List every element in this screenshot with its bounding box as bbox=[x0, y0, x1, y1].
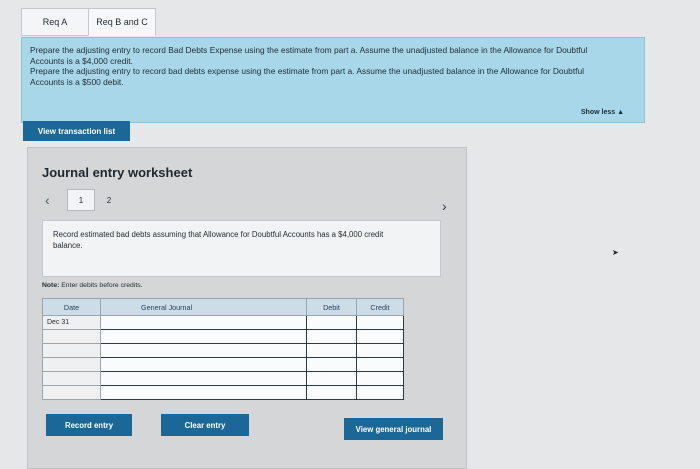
chevron-right-icon[interactable]: › bbox=[442, 198, 447, 214]
debit-cell[interactable] bbox=[306, 385, 357, 400]
debit-header: Debit bbox=[306, 298, 357, 316]
table-row bbox=[42, 371, 404, 386]
worksheet-title: Journal entry worksheet bbox=[42, 165, 193, 180]
tab-req-a[interactable]: Req A bbox=[21, 8, 89, 36]
page-2-tab[interactable]: 2 bbox=[95, 189, 123, 211]
note-body: Enter debits before credits. bbox=[61, 282, 143, 289]
clear-entry-button[interactable]: Clear entry bbox=[161, 414, 249, 436]
journal-table-header: Date General Journal Debit Credit bbox=[42, 298, 404, 316]
instructions-panel: Prepare the adjusting entry to record Ba… bbox=[21, 37, 645, 123]
transaction-description-box: Record estimated bad debts assuming that… bbox=[42, 220, 441, 277]
debit-cell[interactable] bbox=[306, 343, 357, 358]
date-cell[interactable]: Dec 31 bbox=[42, 315, 101, 330]
chevron-left-icon[interactable]: ‹ bbox=[45, 192, 50, 208]
table-row bbox=[42, 343, 404, 358]
date-cell bbox=[42, 329, 101, 344]
account-cell[interactable] bbox=[100, 357, 307, 372]
general-journal-header: General Journal bbox=[100, 298, 307, 316]
show-less-link[interactable]: Show less ▲ bbox=[581, 109, 624, 116]
page-1-tab[interactable]: 1 bbox=[67, 189, 95, 211]
credit-cell[interactable] bbox=[356, 315, 404, 330]
table-row: Dec 31 bbox=[42, 315, 404, 330]
transaction-description: Record estimated bad debts assuming that… bbox=[53, 230, 384, 250]
date-cell bbox=[42, 371, 101, 386]
date-cell bbox=[42, 343, 101, 358]
note-text: Note: Enter debits before credits. bbox=[42, 282, 143, 289]
account-cell[interactable] bbox=[100, 329, 307, 344]
account-cell[interactable] bbox=[100, 343, 307, 358]
date-cell bbox=[42, 385, 101, 400]
tab-bar: Req A Req B and C bbox=[21, 8, 156, 38]
journal-table: Date General Journal Debit Credit Dec 31 bbox=[42, 298, 404, 400]
tab-req-b-and-c[interactable]: Req B and C bbox=[88, 8, 156, 36]
credit-cell[interactable] bbox=[356, 371, 404, 386]
debit-cell[interactable] bbox=[306, 371, 357, 386]
debit-cell[interactable] bbox=[306, 329, 357, 344]
account-cell[interactable] bbox=[100, 385, 307, 400]
instructions-text: Prepare the adjusting entry to record Ba… bbox=[30, 45, 620, 87]
account-cell[interactable] bbox=[100, 371, 307, 386]
table-row bbox=[42, 357, 404, 372]
debit-cell[interactable] bbox=[306, 357, 357, 372]
date-header: Date bbox=[42, 298, 101, 316]
view-general-journal-button[interactable]: View general journal bbox=[344, 418, 443, 440]
credit-cell[interactable] bbox=[356, 357, 404, 372]
table-row bbox=[42, 329, 404, 344]
instruction-line-2: Prepare the adjusting entry to record ba… bbox=[30, 66, 585, 87]
credit-cell[interactable] bbox=[356, 329, 404, 344]
instruction-line-1: Prepare the adjusting entry to record Ba… bbox=[30, 45, 588, 66]
credit-cell[interactable] bbox=[356, 343, 404, 358]
note-label: Note: bbox=[42, 282, 60, 289]
view-transaction-list-button[interactable]: View transaction list bbox=[23, 121, 130, 141]
credit-cell[interactable] bbox=[356, 385, 404, 400]
worksheet-pager: 1 2 bbox=[67, 189, 123, 211]
debit-cell[interactable] bbox=[306, 315, 357, 330]
mouse-pointer-icon: ➤ bbox=[612, 248, 619, 257]
account-cell[interactable] bbox=[100, 315, 307, 330]
record-entry-button[interactable]: Record entry bbox=[46, 414, 132, 436]
table-row bbox=[42, 385, 404, 400]
credit-header: Credit bbox=[356, 298, 404, 316]
journal-entry-worksheet: Journal entry worksheet ‹ 1 2 › Record e… bbox=[27, 147, 467, 469]
date-cell bbox=[42, 357, 101, 372]
